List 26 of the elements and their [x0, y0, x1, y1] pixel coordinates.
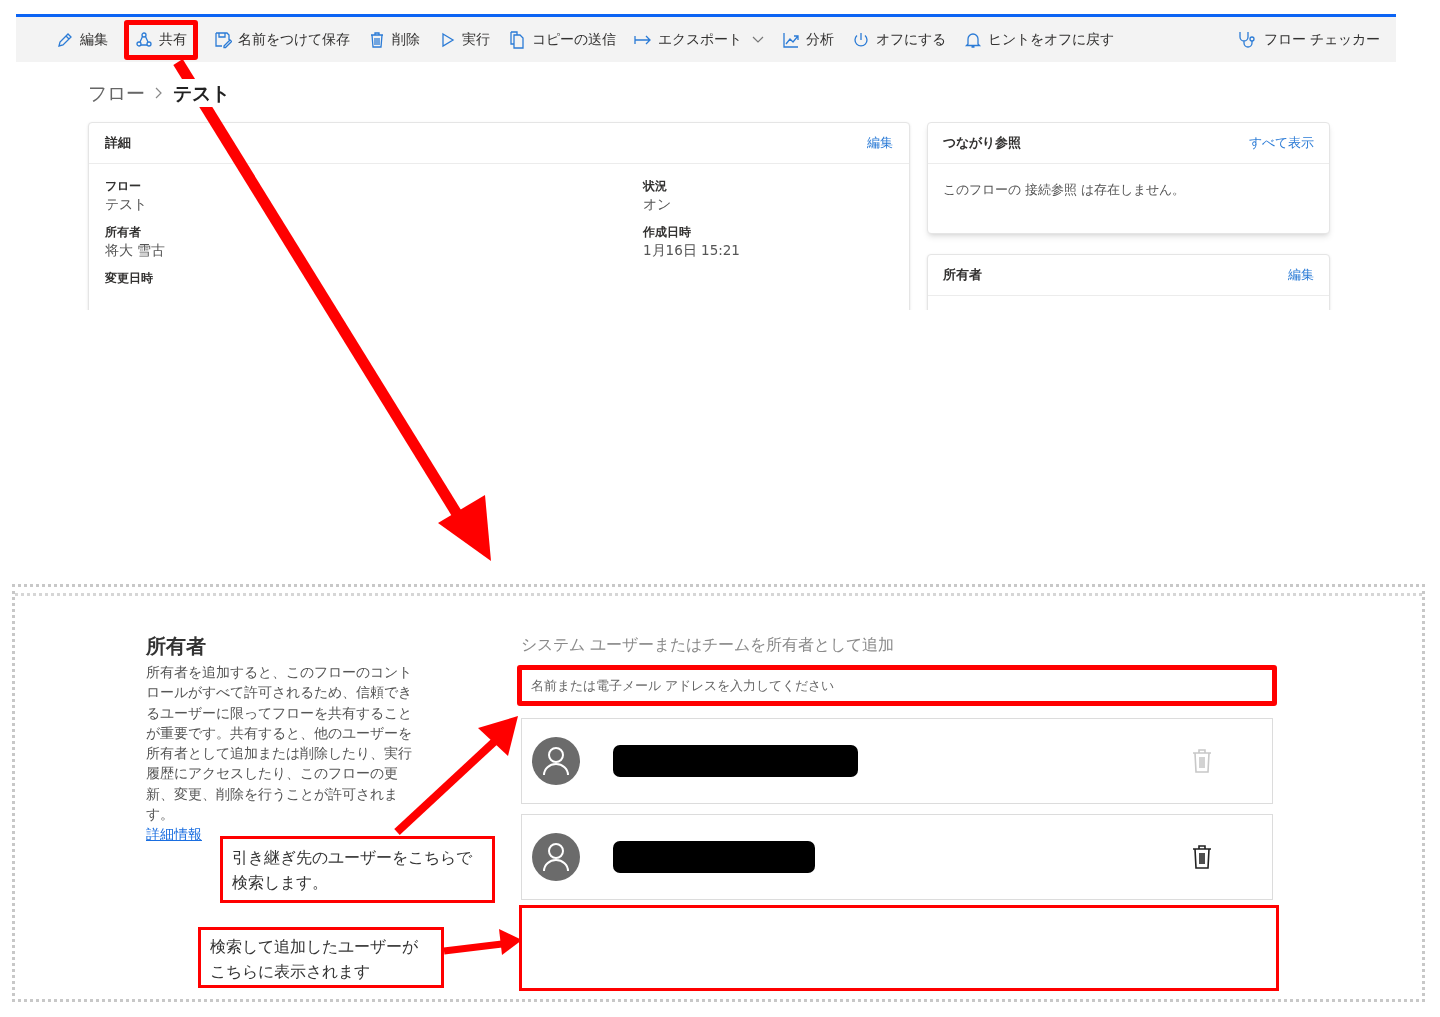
callout-text: 引き継ぎ先のユーザーをこちらで検索します。	[220, 836, 495, 903]
toolbar-button[interactable]: 共有	[124, 19, 198, 60]
show-all-link[interactable]: すべて表示	[1249, 133, 1314, 153]
field-label: フロー	[105, 178, 142, 194]
field-label: 変更日時	[105, 270, 154, 286]
edit-link[interactable]: 編集	[867, 133, 893, 153]
card-title: 詳細	[105, 134, 131, 153]
description-text: 所有者を追加すると、このフローのコントロールがすべて許可されるため、信頼できるユーザーに限ってフローを共有することが重要です。共有すると、他のユーザーを所有者として追加または削除したり、実行履歴にアクセスしたり、このフローの更新、変更、削除を行うことが許可されます。	[146, 663, 413, 825]
flow-checker-button[interactable]: フロー チェッカー	[1237, 29, 1380, 50]
breadcrumb-link[interactable]: フロー	[88, 78, 145, 108]
empty-message: このフローの 接続参照 は存在しません。	[942, 181, 1187, 199]
field-label: 状況	[643, 178, 668, 194]
field-label: 所有者	[105, 224, 142, 240]
field-label: 作成日時	[643, 224, 692, 240]
field-value: 将大 雪古	[105, 241, 167, 260]
section-heading: システム ユーザーまたはチームを所有者として追加	[521, 634, 896, 656]
card-title: つながり参照	[943, 134, 1021, 153]
panel-title: 所有者	[146, 633, 207, 659]
edit-link[interactable]: 編集	[1288, 265, 1314, 285]
card-title: 所有者	[943, 266, 982, 285]
search-field[interactable]: 名前または電子メール アドレスを入力してください	[517, 665, 1277, 706]
field-value: オン	[643, 195, 672, 214]
field-value: テスト	[105, 195, 148, 214]
field-value: 1月16日 15:21	[643, 241, 741, 260]
callout-text: 検索して追加したユーザーがこちらに表示されます	[198, 927, 444, 988]
learn-more-link[interactable]: 詳細情報	[146, 824, 202, 845]
